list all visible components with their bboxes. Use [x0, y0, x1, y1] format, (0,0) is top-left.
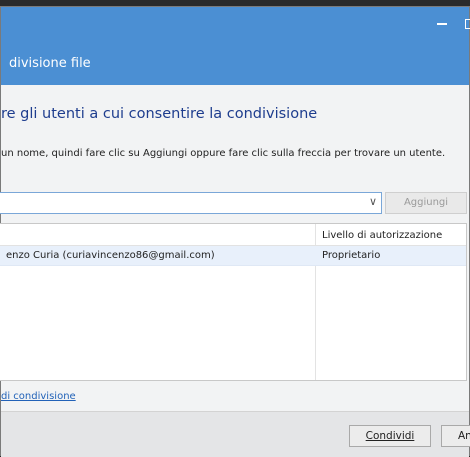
- dialog-footer: Condividi An: [1, 411, 470, 457]
- user-cell: enzo Curia (curiavincenzo86@gmail.com): [6, 250, 215, 261]
- minimize-icon[interactable]: [437, 23, 447, 25]
- chevron-down-icon[interactable]: ∨: [369, 195, 377, 208]
- permission-cell[interactable]: Proprietario: [322, 250, 380, 261]
- share-button[interactable]: Condividi: [349, 425, 431, 447]
- dialog-heading: re gli utenti a cui consentire la condiv…: [1, 106, 318, 122]
- table-header: Livello di autorizzazione: [0, 224, 466, 246]
- user-combobox[interactable]: ∨: [0, 192, 382, 214]
- table-row[interactable]: enzo Curia (curiavincenzo86@gmail.com) P…: [0, 246, 466, 266]
- maximize-icon[interactable]: [465, 19, 470, 29]
- cancel-button[interactable]: An: [441, 425, 470, 447]
- permission-column-header[interactable]: Livello di autorizzazione: [322, 230, 442, 241]
- add-button[interactable]: Aggiungi: [385, 192, 467, 214]
- window-title: divisione file: [9, 56, 91, 71]
- title-bar: divisione file: [1, 7, 470, 85]
- share-dialog: divisione file re gli utenti a cui conse…: [0, 6, 470, 457]
- sharing-help-link[interactable]: di condivisione: [1, 391, 76, 402]
- instruction-text: un nome, quindi fare clic su Aggiungi op…: [1, 148, 446, 159]
- users-table: Livello di autorizzazione enzo Curia (cu…: [0, 223, 467, 381]
